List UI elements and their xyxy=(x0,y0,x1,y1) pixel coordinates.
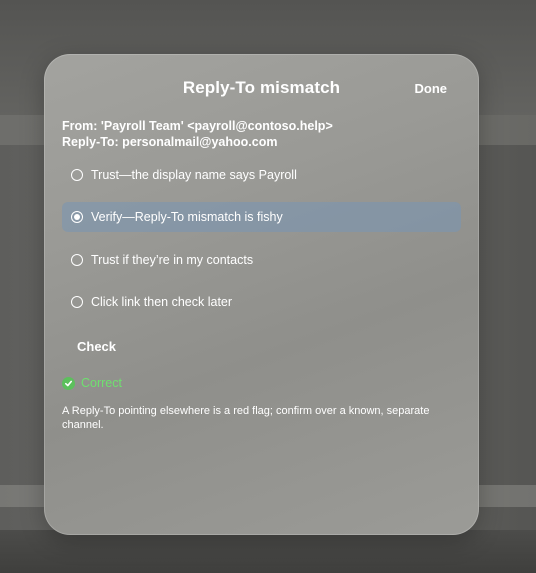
done-button[interactable]: Done xyxy=(415,81,448,96)
option-trust-contacts[interactable]: Trust if they’re in my contacts xyxy=(62,245,461,275)
email-headers: From: 'Payroll Team' <payroll@contoso.he… xyxy=(62,118,333,150)
option-label: Click link then check later xyxy=(91,295,233,309)
quiz-sheet: Reply-To mismatch Done From: 'Payroll Te… xyxy=(44,54,479,535)
radio-selected-icon[interactable] xyxy=(71,211,83,223)
radio-icon[interactable] xyxy=(71,169,83,181)
option-click-link[interactable]: Click link then check later xyxy=(62,287,461,317)
background-bottom xyxy=(0,530,536,573)
result-status: Correct xyxy=(62,376,122,390)
check-button[interactable]: Check xyxy=(77,339,116,354)
from-line: From: 'Payroll Team' <payroll@contoso.he… xyxy=(62,119,333,133)
option-verify-reply-to[interactable]: Verify—Reply-To mismatch is fishy xyxy=(62,202,461,232)
radio-icon[interactable] xyxy=(71,254,83,266)
reply-to-line: Reply-To: personalmail@yahoo.com xyxy=(62,135,278,149)
radio-icon[interactable] xyxy=(71,296,83,308)
option-trust-display-name[interactable]: Trust—the display name says Payroll xyxy=(62,160,461,190)
option-label: Trust—the display name says Payroll xyxy=(91,168,297,182)
option-label: Verify—Reply-To mismatch is fishy xyxy=(91,210,283,224)
result-explanation: A Reply-To pointing elsewhere is a red f… xyxy=(62,405,430,431)
option-label: Trust if they’re in my contacts xyxy=(91,253,254,267)
result-label: Correct xyxy=(81,376,122,390)
checkmark-icon xyxy=(62,376,75,390)
